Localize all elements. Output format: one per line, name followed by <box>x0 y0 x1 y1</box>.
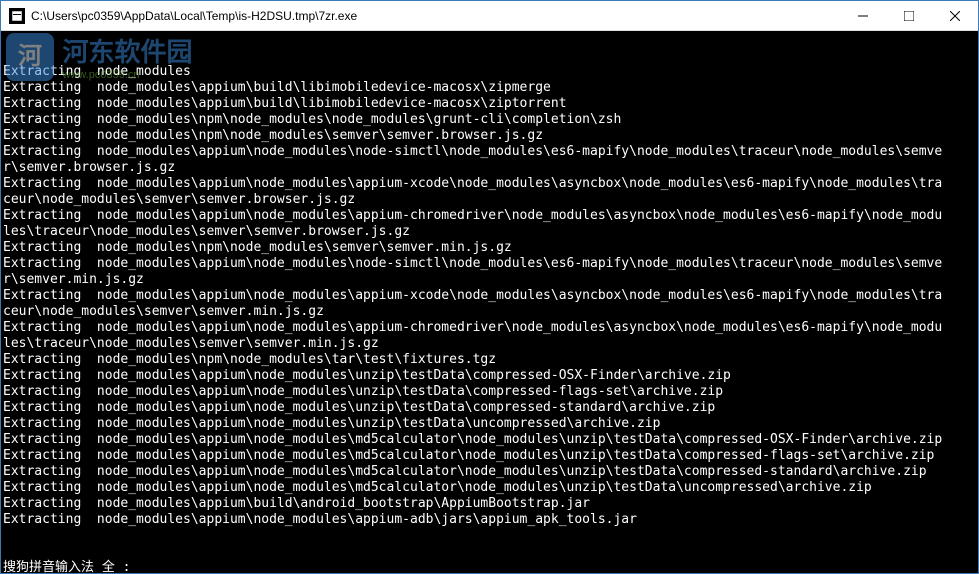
terminal-line: Extracting node_modules <box>3 64 976 80</box>
terminal-text-content: Extracting node_modulesExtracting node_m… <box>3 64 976 528</box>
terminal-line: Extracting node_modules\appium\node_modu… <box>3 400 976 416</box>
terminal-line: Extracting node_modules\appium\node_modu… <box>3 256 976 272</box>
terminal-line: Extracting node_modules\appium\node_modu… <box>3 144 976 160</box>
terminal-line: Extracting node_modules\appium\build\and… <box>3 496 976 512</box>
window-title: C:\Users\pc0359\AppData\Local\Temp\is-H2… <box>25 9 840 23</box>
terminal-line: Extracting node_modules\appium\node_modu… <box>3 384 976 400</box>
app-window: C:\Users\pc0359\AppData\Local\Temp\is-H2… <box>0 0 979 574</box>
terminal-line: Extracting node_modules\appium\node_modu… <box>3 448 976 464</box>
terminal-line: Extracting node_modules\npm\node_modules… <box>3 112 976 128</box>
terminal-line: les\traceur\node_modules\semver\semver.b… <box>3 224 976 240</box>
terminal-line: Extracting node_modules\appium\node_modu… <box>3 512 976 528</box>
terminal-line: r\semver.browser.js.gz <box>3 160 976 176</box>
app-icon <box>9 8 25 24</box>
terminal-line: Extracting node_modules\appium\node_modu… <box>3 320 976 336</box>
terminal-line: Extracting node_modules\appium\node_modu… <box>3 480 976 496</box>
terminal-line: Extracting node_modules\appium\node_modu… <box>3 288 976 304</box>
terminal-line: Extracting node_modules\appium\build\lib… <box>3 80 976 96</box>
terminal-line: Extracting node_modules\appium\node_modu… <box>3 176 976 192</box>
terminal-line: ceur\node_modules\semver\semver.browser.… <box>3 192 976 208</box>
terminal-line: Extracting node_modules\npm\node_modules… <box>3 128 976 144</box>
terminal-line: les\traceur\node_modules\semver\semver.m… <box>3 336 976 352</box>
terminal-line: r\semver.min.js.gz <box>3 272 976 288</box>
terminal-line: Extracting node_modules\npm\node_modules… <box>3 240 976 256</box>
terminal-line: Extracting node_modules\appium\node_modu… <box>3 432 976 448</box>
terminal-line: Extracting node_modules\appium\node_modu… <box>3 464 976 480</box>
ime-status-bar: 搜狗拼音输入法 全 : <box>3 560 976 573</box>
terminal-line: Extracting node_modules\appium\node_modu… <box>3 208 976 224</box>
terminal-line: Extracting node_modules\appium\node_modu… <box>3 368 976 384</box>
close-button[interactable] <box>932 1 978 30</box>
terminal-line: Extracting node_modules\npm\node_modules… <box>3 352 976 368</box>
terminal-line: ceur\node_modules\semver\semver.min.js.g… <box>3 304 976 320</box>
minimize-button[interactable] <box>840 1 886 30</box>
titlebar[interactable]: C:\Users\pc0359\AppData\Local\Temp\is-H2… <box>1 1 978 31</box>
terminal-output[interactable]: Extracting node_modulesExtracting node_m… <box>1 31 978 573</box>
maximize-button[interactable] <box>886 1 932 30</box>
terminal-line: Extracting node_modules\appium\build\lib… <box>3 96 976 112</box>
window-controls <box>840 1 978 30</box>
terminal-line: Extracting node_modules\appium\node_modu… <box>3 416 976 432</box>
